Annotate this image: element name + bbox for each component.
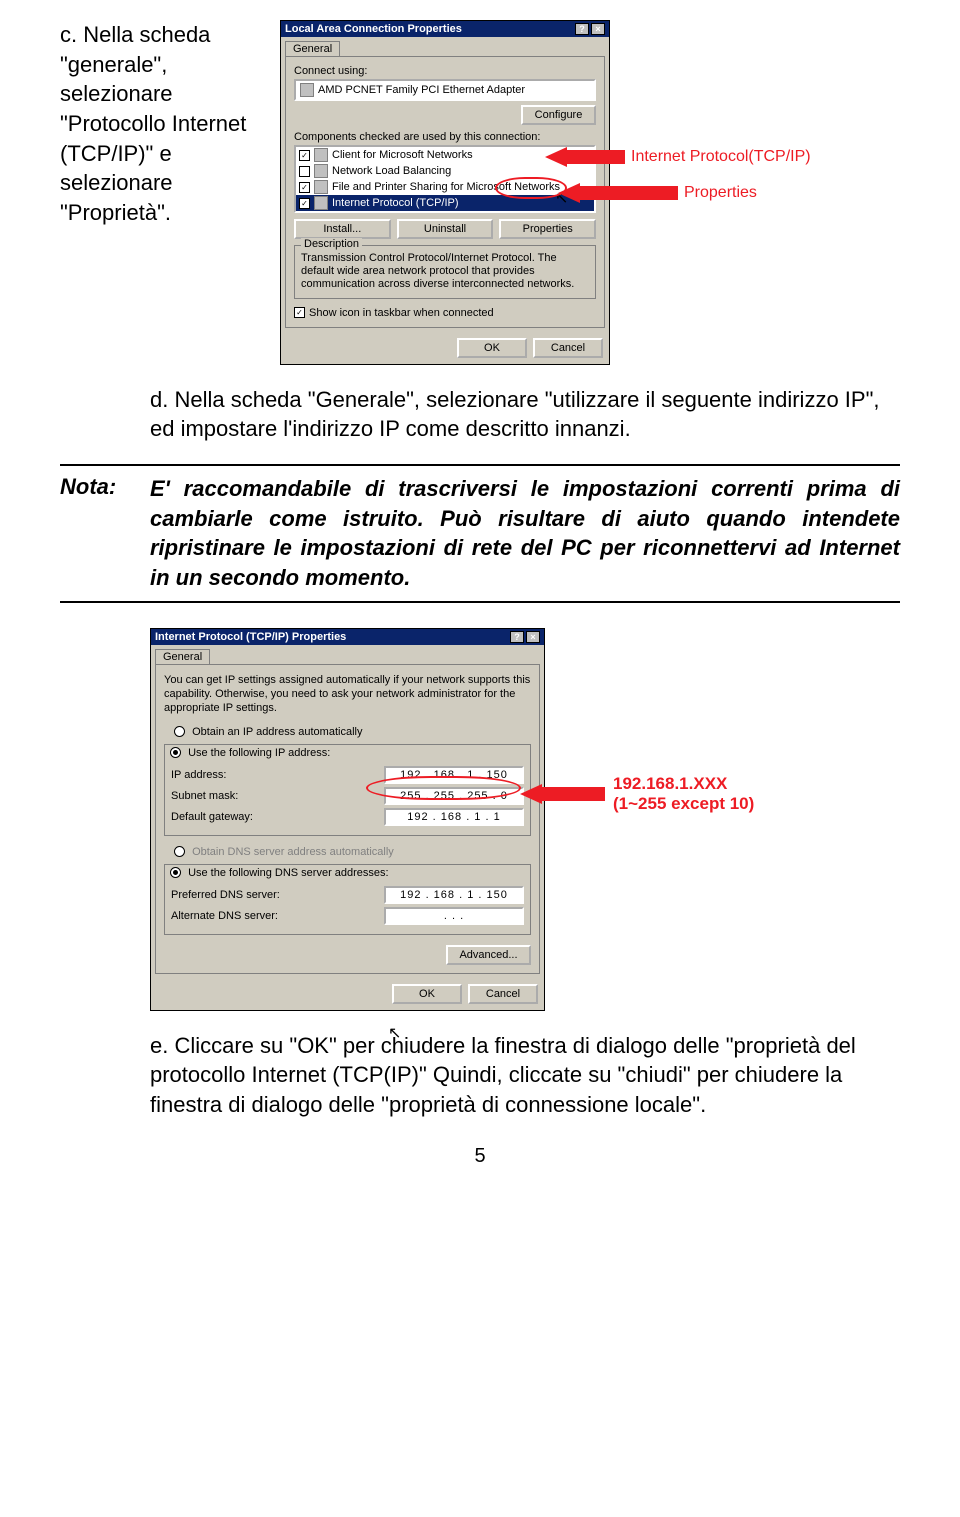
radio-obtain-dns-label: Obtain DNS server address automatically: [192, 846, 394, 858]
cancel-button-1[interactable]: Cancel: [533, 338, 603, 358]
description-body: Transmission Control Protocol/Internet P…: [301, 252, 589, 292]
close-icon[interactable]: ×: [526, 631, 540, 643]
ip-highlight-oval: [366, 776, 521, 800]
step-c-text: c. Nella scheda "generale", selezionare …: [60, 20, 280, 365]
dialog1-area: Local Area Connection Properties ? × Gen…: [280, 20, 900, 365]
configure-button[interactable]: Configure: [521, 105, 596, 125]
advanced-button[interactable]: Advanced...: [446, 945, 531, 965]
description-legend: Description: [301, 238, 362, 250]
tab-general-2[interactable]: General: [155, 649, 210, 664]
nota-body: E' raccomandabile di trascriversi le imp…: [150, 474, 900, 593]
step-e-text: e. Cliccare su "OK" per chiudere la fine…: [60, 1031, 900, 1120]
preferred-dns-label: Preferred DNS server:: [171, 889, 321, 901]
checkbox-icon[interactable]: ✓: [299, 182, 310, 193]
component-icon: [314, 164, 328, 178]
component-icon: [314, 148, 328, 162]
callout-properties-label: Properties: [684, 184, 757, 202]
cancel-button-2[interactable]: Cancel: [468, 984, 538, 1004]
intro-text: You can get IP settings assigned automat…: [164, 673, 531, 716]
dialog2-area: Internet Protocol (TCP/IP) Properties ? …: [60, 628, 900, 1011]
alternate-dns-input[interactable]: . . .: [384, 907, 524, 925]
radio-obtain-dns: [174, 846, 185, 857]
connect-using-label: Connect using:: [294, 65, 596, 77]
checkbox-icon[interactable]: [299, 166, 310, 177]
callout-ip-line2: (1~255 except 10): [613, 794, 754, 814]
install-button[interactable]: Install...: [294, 219, 391, 239]
radio-use-dns[interactable]: [170, 867, 181, 878]
default-gateway-label: Default gateway:: [171, 811, 321, 823]
radio-use-ip[interactable]: [170, 747, 181, 758]
adapter-icon: [300, 83, 314, 97]
dialog2-title: Internet Protocol (TCP/IP) Properties: [155, 631, 346, 643]
dialog1-titlebar: Local Area Connection Properties ? ×: [281, 21, 609, 37]
ip-address-label: IP address:: [171, 769, 321, 781]
callout-ip: 192.168.1.XXX (1~255 except 10): [520, 774, 754, 815]
dialog2-titlebar: Internet Protocol (TCP/IP) Properties ? …: [151, 629, 544, 645]
radio-obtain-ip[interactable]: [174, 726, 185, 737]
subnet-mask-label: Subnet mask:: [171, 790, 321, 802]
component-icon: [314, 196, 328, 210]
nota-block: Nota: E' raccomandabile di trascriversi …: [60, 464, 900, 603]
step-d-text: d. Nella scheda "Generale", selezionare …: [60, 385, 900, 444]
show-icon-label: Show icon in taskbar when connected: [309, 307, 494, 319]
help-icon[interactable]: ?: [575, 23, 589, 35]
radio-obtain-ip-label: Obtain an IP address automatically: [192, 726, 362, 738]
close-icon[interactable]: ×: [591, 23, 605, 35]
callout-tcpip-label: Internet Protocol(TCP/IP): [631, 148, 811, 166]
component-icon: [314, 180, 328, 194]
tab-general-1[interactable]: General: [285, 41, 340, 56]
adapter-name: AMD PCNET Family PCI Ethernet Adapter: [318, 84, 525, 96]
ok-button-1[interactable]: OK: [457, 338, 527, 358]
uninstall-button[interactable]: Uninstall: [397, 219, 494, 239]
alternate-dns-label: Alternate DNS server:: [171, 910, 321, 922]
properties-button[interactable]: Properties: [499, 219, 596, 239]
default-gateway-input[interactable]: 192 . 168 . 1 . 1: [384, 808, 524, 826]
list-item-label: Client for Microsoft Networks: [332, 149, 473, 161]
components-label: Components checked are used by this conn…: [294, 131, 596, 143]
dialog1-title: Local Area Connection Properties: [285, 23, 462, 35]
help-icon[interactable]: ?: [510, 631, 524, 643]
callout-properties: Properties: [558, 183, 757, 203]
checkbox-icon[interactable]: ✓: [299, 150, 310, 161]
ok-button-2[interactable]: OK: [392, 984, 462, 1004]
list-item-label: Network Load Balancing: [332, 165, 451, 177]
preferred-dns-input[interactable]: 192 . 168 . 1 . 150: [384, 886, 524, 904]
page-number: 5: [60, 1145, 900, 1168]
show-icon-checkbox[interactable]: ✓: [294, 307, 305, 318]
callout-tcpip: Internet Protocol(TCP/IP): [545, 147, 811, 167]
radio-use-dns-label: Use the following DNS server addresses:: [188, 867, 389, 879]
list-item-label: Internet Protocol (TCP/IP): [332, 197, 459, 209]
tcpip-properties-dialog: Internet Protocol (TCP/IP) Properties ? …: [150, 628, 545, 1011]
radio-use-ip-label: Use the following IP address:: [188, 747, 330, 759]
callout-ip-line1: 192.168.1.XXX: [613, 774, 754, 794]
properties-highlight-oval: [495, 177, 567, 199]
checkbox-icon[interactable]: ✓: [299, 198, 310, 209]
nota-label: Nota:: [60, 474, 150, 593]
